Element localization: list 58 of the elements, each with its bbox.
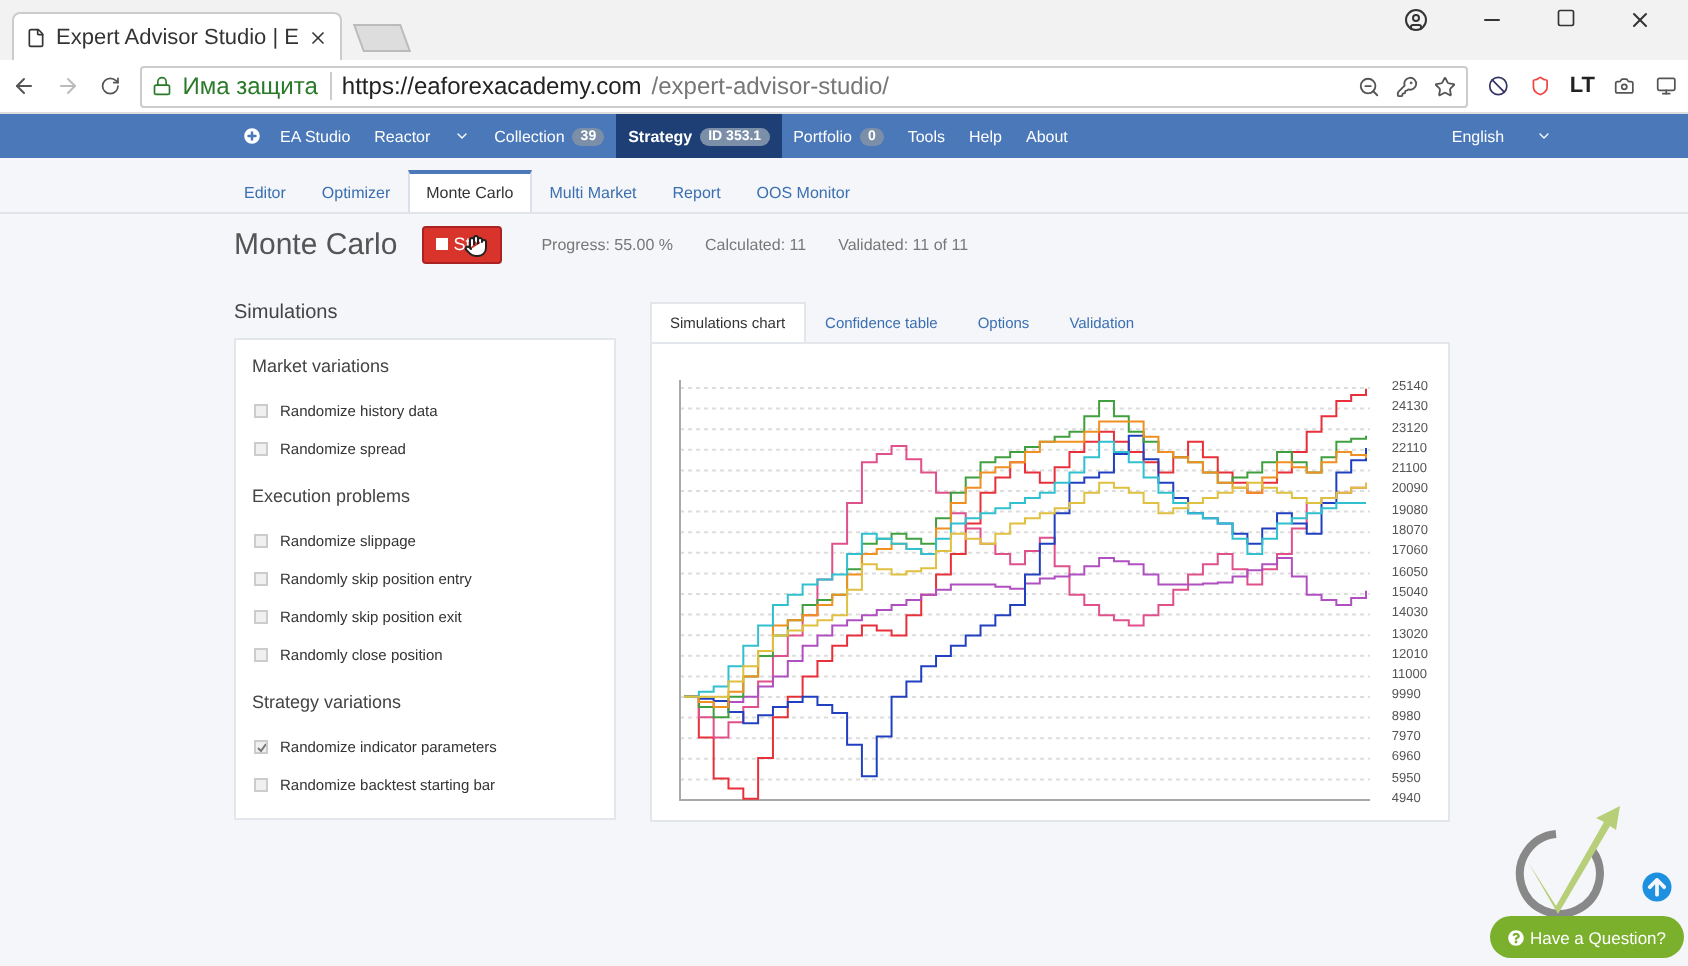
security-label: Има защита: [182, 72, 332, 100]
zoom-icon[interactable]: [1358, 75, 1381, 97]
url-path: /expert-advisor-studio/: [651, 72, 889, 100]
checkbox[interactable]: [254, 404, 268, 418]
language-selector[interactable]: English: [1451, 114, 1553, 158]
checkmark-logo-icon: [1512, 802, 1624, 922]
monitor-icon[interactable]: [1655, 74, 1676, 98]
checkbox[interactable]: [254, 572, 268, 586]
camera-icon[interactable]: [1614, 74, 1636, 98]
shield-icon[interactable]: [1529, 74, 1550, 98]
tab-title: Expert Advisor Studio | E: [56, 25, 299, 49]
browser-tab[interactable]: Expert Advisor Studio | E: [12, 12, 343, 60]
plus-icon: [244, 128, 260, 144]
group-title: Execution problems: [252, 486, 413, 506]
tab[interactable]: Monte Carlo: [408, 170, 532, 212]
question-icon: [1507, 929, 1524, 945]
extension-icon[interactable]: LT: [1569, 74, 1595, 98]
nav-item[interactable]: About: [1013, 114, 1080, 158]
close-icon[interactable]: [1628, 8, 1652, 32]
nav-item[interactable]: Tools: [895, 114, 958, 158]
checkbox[interactable]: [254, 648, 268, 662]
nav-item[interactable]: Help: [957, 114, 1014, 158]
page-icon: [26, 27, 46, 47]
arrow-up-icon: [1642, 872, 1672, 902]
account-icon[interactable]: [1404, 8, 1428, 32]
group-title: Strategy variations: [252, 692, 404, 712]
progress-text: Progress: 55.00 %: [541, 235, 674, 253]
tab[interactable]: OOS Monitor: [738, 170, 868, 212]
scroll-up-button[interactable]: [1642, 872, 1672, 902]
checkbox[interactable]: [254, 442, 268, 456]
caret-icon: [454, 128, 471, 144]
checkbox[interactable]: [254, 778, 268, 792]
tab[interactable]: Editor: [226, 170, 304, 212]
address-field[interactable]: Има защита https://eaforexacademy.com /expert-advisor-studio/: [140, 65, 1469, 107]
key-icon[interactable]: [1396, 75, 1419, 97]
maximize-icon[interactable]: [1556, 8, 1576, 28]
page-title: Monte Carlo: [234, 227, 398, 261]
caret-icon: [1536, 128, 1553, 144]
star-icon[interactable]: [1434, 75, 1457, 97]
url-host: https://eaforexacademy.com: [341, 72, 642, 100]
help-button[interactable]: Have a Question?: [1489, 916, 1684, 958]
back-icon[interactable]: [12, 72, 36, 100]
section-title: Simulations: [234, 302, 340, 328]
block-icon[interactable]: [1488, 74, 1510, 98]
nav-item[interactable]: EA Studio: [232, 114, 363, 158]
checkbox[interactable]: [254, 534, 268, 548]
tab[interactable]: Optimizer: [303, 170, 409, 212]
lock-icon: [152, 76, 173, 96]
reload-icon[interactable]: [99, 74, 121, 98]
nav-item[interactable]: Reactor: [362, 114, 483, 158]
validated-text: Validated: 11 of 11: [838, 235, 969, 253]
tab[interactable]: Report: [654, 170, 739, 212]
close-icon[interactable]: [308, 27, 329, 47]
checkbox[interactable]: [254, 610, 268, 624]
tab[interactable]: Multi Market: [531, 170, 655, 212]
calculated-text: Calculated: 11: [705, 235, 807, 253]
checkbox[interactable]: [254, 740, 268, 754]
group-title: Market variations: [252, 356, 392, 376]
